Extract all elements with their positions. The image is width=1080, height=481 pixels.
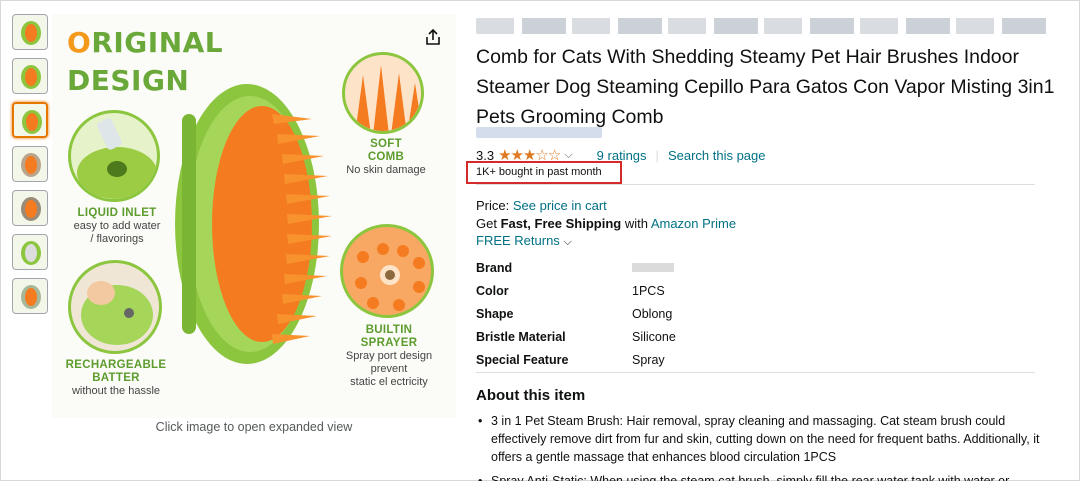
liquid-inlet-callout: LIQUID INLET easy to add water / flavori… bbox=[73, 207, 161, 245]
spec-table: Brand Color 1PCS Shape Oblong Bristle Ma… bbox=[476, 256, 676, 371]
main-product-image[interactable]: ORIGINAL DESIGN SOFT COMB No skin damage… bbox=[52, 14, 456, 418]
sprayer-callout: BUILTIN SPRAYER Spray port design preven… bbox=[345, 324, 433, 388]
about-bullets: 3 in 1 Pet Steam Brush: Hair removal, sp… bbox=[476, 412, 1056, 481]
liquid-inlet-closeup bbox=[68, 110, 160, 202]
divider: | bbox=[655, 147, 659, 163]
about-this-item-heading: About this item bbox=[476, 387, 586, 404]
spec-row-shape: Shape Oblong bbox=[476, 306, 673, 321]
amazon-prime-link[interactable]: Amazon Prime bbox=[651, 216, 736, 231]
thumbnail-5[interactable] bbox=[12, 190, 48, 226]
thumbnail-3-selected[interactable] bbox=[12, 102, 48, 138]
rechargeable-callout: RECHARGEABLE BATTER without the hassle bbox=[65, 359, 167, 397]
soft-comb-closeup bbox=[342, 52, 424, 134]
thumbnail-6[interactable] bbox=[12, 234, 48, 270]
chevron-down-icon[interactable]: ⌵ bbox=[564, 149, 572, 162]
blurred-store-link[interactable] bbox=[476, 127, 602, 138]
sprayer-closeup bbox=[340, 224, 434, 318]
price-row: Price: See price in cart bbox=[476, 198, 607, 213]
shipping-row: Get Fast, Free Shipping with Amazon Prim… bbox=[476, 216, 737, 231]
share-icon[interactable] bbox=[424, 28, 442, 46]
divider bbox=[476, 184, 1035, 185]
product-title: Comb for Cats With Shedding Steamy Pet H… bbox=[476, 46, 1055, 128]
divider bbox=[476, 372, 1035, 373]
bullet-item: 3 in 1 Pet Steam Brush: Hair removal, sp… bbox=[476, 412, 1056, 466]
free-returns-link[interactable]: FREE Returns bbox=[476, 233, 560, 248]
returns-row[interactable]: FREE Returns ⌵ bbox=[476, 233, 572, 249]
search-page-link[interactable]: Search this page bbox=[668, 148, 766, 163]
thumbnail-4[interactable] bbox=[12, 146, 48, 182]
spec-row-brand: Brand bbox=[476, 256, 676, 279]
thumbnail-1[interactable] bbox=[12, 14, 48, 50]
thumbnail-7[interactable] bbox=[12, 278, 48, 314]
spec-row-bristle-material: Bristle Material Silicone bbox=[476, 329, 676, 344]
thumbnail-2[interactable] bbox=[12, 58, 48, 94]
steam-brush-illustration bbox=[175, 84, 332, 364]
rechargeable-closeup bbox=[68, 260, 162, 354]
bullet-item: Spray Anti-Static: When using the steam … bbox=[476, 472, 1056, 481]
blurred-brand-value bbox=[632, 262, 674, 272]
price-label: Price: bbox=[476, 198, 510, 213]
bought-in-past-month: 1K+ bought in past month bbox=[476, 166, 602, 178]
see-price-link[interactable]: See price in cart bbox=[513, 198, 607, 213]
chevron-down-icon[interactable]: ⌵ bbox=[563, 236, 571, 248]
thumbnail-strip bbox=[12, 14, 50, 322]
spec-row-special-feature: Special Feature Spray bbox=[476, 352, 665, 367]
blurred-title-line bbox=[476, 18, 1051, 34]
image-caption: Click image to open expanded view bbox=[155, 420, 353, 434]
spec-row-color: Color 1PCS bbox=[476, 283, 665, 298]
soft-comb-callout: SOFT COMB No skin damage bbox=[346, 138, 426, 176]
